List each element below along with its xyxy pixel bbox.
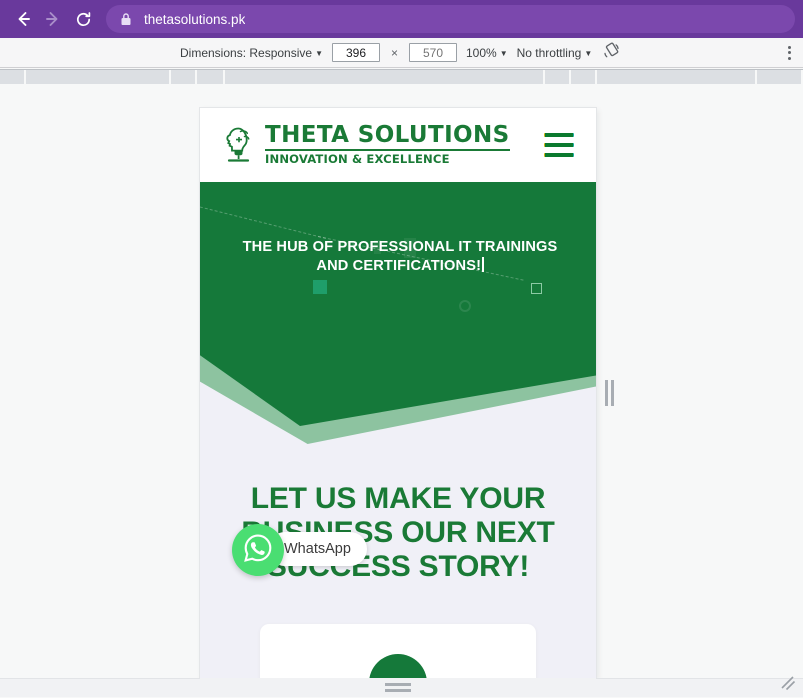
feature-card-circle-icon — [369, 653, 427, 678]
throttling-dropdown[interactable]: No throttling ▼ — [517, 46, 593, 60]
viewport-width-input[interactable] — [331, 43, 380, 62]
chevron-down-icon: ▼ — [315, 48, 323, 58]
resize-handle-horizontal-icon — [385, 683, 411, 692]
decorative-square-outline — [531, 283, 542, 294]
devtools-more-options-button[interactable] — [779, 42, 799, 64]
resize-handle-vertical-icon — [604, 380, 614, 406]
whatsapp-widget[interactable]: WhatsApp — [232, 524, 367, 576]
logo-title: THETA SOLUTIONS — [265, 124, 510, 152]
hamburger-menu-icon[interactable] — [544, 133, 574, 157]
ruler-segment — [26, 70, 171, 84]
dimensions-label: Dimensions: Responsive — [180, 45, 313, 60]
hero-section: THE HUB OF PROFESSIONAL IT TRAININGS AND… — [200, 182, 596, 452]
whatsapp-button[interactable] — [232, 524, 284, 576]
hero-headline-line2: AND CERTIFICATIONS! — [316, 257, 482, 274]
rotate-device-icon — [603, 42, 621, 63]
viewport-ruler[interactable] — [0, 69, 803, 84]
ruler-segment — [225, 70, 545, 84]
theta-solutions-head-brain-logo-icon — [224, 125, 258, 165]
ruler-segment — [171, 70, 197, 84]
kebab-menu-icon — [787, 45, 791, 49]
rotate-device-button[interactable] — [601, 42, 623, 64]
site-logo[interactable]: THETA SOLUTIONS INNOVATION & EXCELLENCE — [224, 124, 510, 166]
back-button[interactable] — [8, 4, 38, 34]
chevron-down-icon: ▼ — [499, 48, 508, 58]
decorative-square-filled — [313, 280, 327, 294]
forward-button[interactable] — [38, 4, 68, 34]
hamburger-bar — [544, 143, 574, 147]
decorative-line — [200, 204, 326, 239]
zoom-label: 100% — [466, 45, 497, 60]
ruler-segment — [757, 70, 803, 84]
hamburger-bar — [544, 133, 574, 137]
viewport-height-resize-handle[interactable] — [200, 678, 596, 697]
device-emulation-toolbar: Dimensions: Responsive ▼ × 100% ▼ No thr… — [0, 38, 803, 68]
ruler-segment — [0, 70, 26, 84]
chevron-down-icon: ▼ — [584, 48, 593, 58]
hero-headline-line1: THE HUB OF PROFESSIONAL IT TRAININGS — [242, 239, 558, 255]
emulated-device-viewport: THETA SOLUTIONS INNOVATION & EXCELLENCE — [200, 108, 596, 678]
devtools-canvas: THETA SOLUTIONS INNOVATION & EXCELLENCE — [0, 84, 803, 697]
decorative-circle-ghost — [459, 300, 471, 312]
kebab-menu-icon — [787, 51, 791, 54]
feature-card[interactable] — [260, 623, 536, 678]
ruler-segment — [597, 70, 757, 84]
throttling-label: No throttling — [516, 45, 582, 60]
logo-subtitle: INNOVATION & EXCELLENCE — [265, 152, 450, 167]
ruler-segment — [545, 70, 571, 84]
hero-headline: THE HUB OF PROFESSIONAL IT TRAININGS AND… — [200, 238, 596, 275]
back-arrow-icon — [13, 9, 33, 29]
ruler-segment — [571, 70, 597, 84]
site-header: THETA SOLUTIONS INNOVATION & EXCELLENCE — [200, 108, 596, 182]
whatsapp-icon — [241, 531, 275, 570]
forward-arrow-icon — [43, 9, 63, 29]
dimensions-multiply-symbol: × — [390, 45, 398, 60]
address-bar[interactable]: thetasolutions.pk — [106, 5, 795, 33]
resize-corner-grip-icon[interactable] — [778, 673, 798, 693]
url-text: thetasolutions.pk — [144, 11, 246, 27]
zoom-dropdown[interactable]: 100% ▼ — [466, 46, 508, 60]
browser-toolbar: thetasolutions.pk — [0, 0, 803, 38]
hamburger-bar — [544, 153, 574, 157]
reload-icon — [74, 10, 93, 29]
dimensions-dropdown[interactable]: Dimensions: Responsive ▼ — [180, 46, 323, 60]
reload-button[interactable] — [68, 4, 98, 34]
typing-cursor — [482, 256, 484, 272]
lock-icon — [116, 9, 136, 29]
viewport-width-resize-handle[interactable] — [600, 108, 618, 678]
kebab-menu-icon — [787, 56, 791, 60]
ruler-segment — [197, 70, 225, 84]
viewport-height-input[interactable] — [409, 43, 457, 62]
